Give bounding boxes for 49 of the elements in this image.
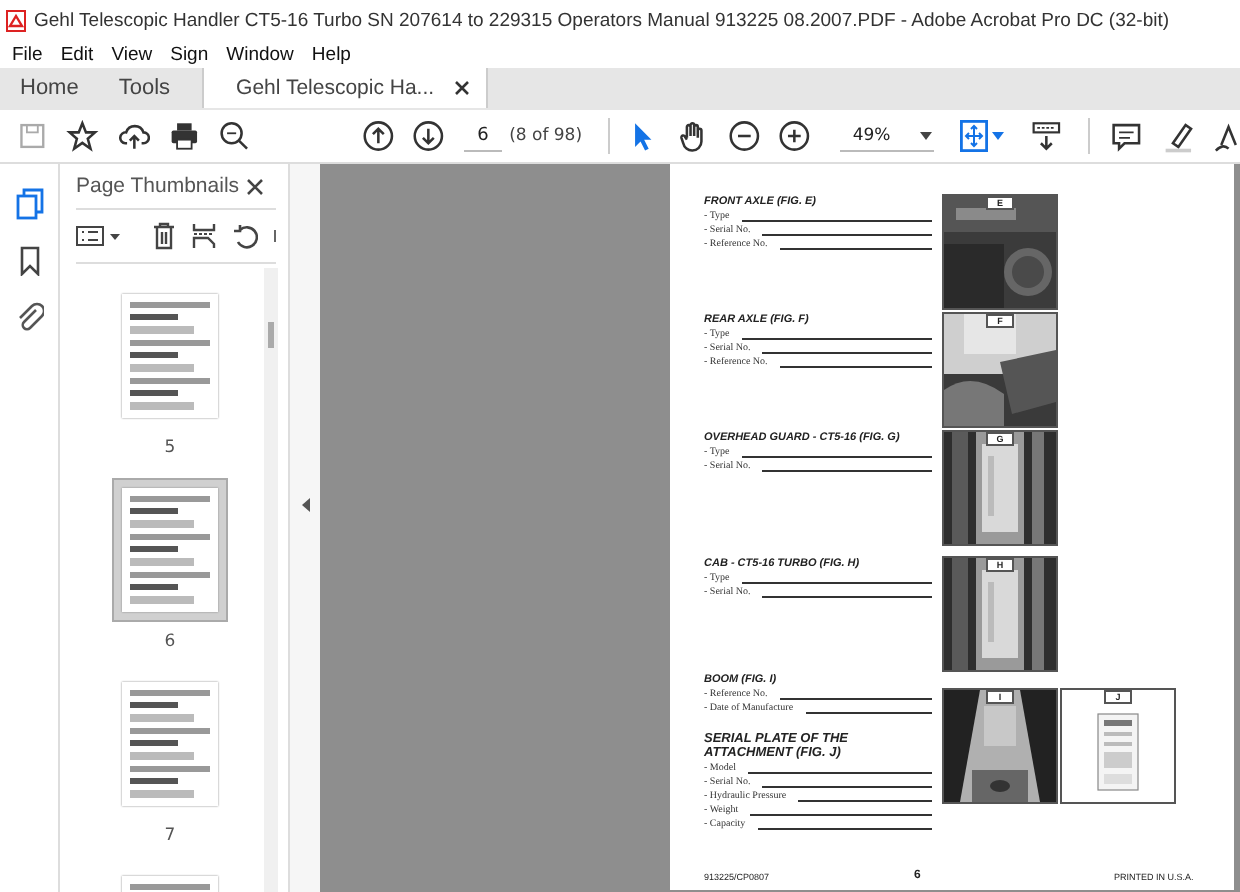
highlighter-icon[interactable] [1161,118,1195,154]
extract-pages-icon[interactable] [192,222,216,250]
options-button[interactable] [76,226,120,246]
zoom-search-icon[interactable] [218,118,252,154]
page-label: 5 [164,438,176,458]
arrow-down-icon[interactable] [412,118,445,154]
star-icon[interactable] [66,118,100,154]
page-number-field[interactable]: 6 [464,121,502,151]
close-icon[interactable] [454,80,471,96]
list-icon [76,226,104,246]
pages-icon[interactable] [15,188,43,220]
menu-item[interactable]: Sign [170,43,209,65]
fill-in-line [805,712,932,714]
print-icon[interactable] [168,118,201,154]
page-count: (8 of 98) [509,126,583,146]
tab[interactable]: Tools [98,68,191,108]
page-arrows-icon [960,120,989,152]
window-title: Gehl Telescopic Handler CT5-16 Turbo SN 207614 to 229315 Operators Manual 913225 08.2007.PDF - Adobe Acrobat Pro DC (32-bit) [34,9,1170,31]
bookmark-icon[interactable] [19,246,39,276]
sign-pen-icon[interactable] [1214,118,1240,154]
fill-in-line [798,800,932,802]
arrow-up-icon[interactable] [361,118,395,154]
scroll-mode-icon[interactable] [1030,118,1064,154]
panel-title: Page Thumbnails [76,174,240,198]
page-thumbnail[interactable] [122,682,218,806]
zoom-in-icon[interactable] [777,118,811,154]
fit-page-button[interactable] [960,120,1005,152]
tab[interactable]: Gehl Telescopic Ha... [202,68,489,108]
page-label: 7 [164,826,176,846]
zoom-dropdown[interactable]: 49% [840,121,935,151]
menu-item[interactable]: View [111,43,153,65]
menu-item[interactable]: Edit [60,43,94,65]
rotate-icon[interactable] [232,223,258,249]
tab[interactable]: Home [0,68,99,108]
collapse-arrow-icon[interactable] [301,497,309,511]
paperclip-icon[interactable] [15,302,43,334]
menu-item[interactable]: Help [311,43,351,65]
page-thumbnail[interactable] [122,294,218,418]
comment-icon[interactable] [1109,118,1142,154]
trash-icon[interactable] [152,222,176,250]
caret-icon [110,233,120,239]
caret-icon [992,132,1005,140]
zoom-out-icon[interactable] [727,118,760,154]
close-icon[interactable] [246,177,264,195]
caret-icon [920,131,933,139]
menu-item[interactable]: Window [226,43,294,65]
app-icon [6,9,26,31]
page-label: 6 [164,632,176,652]
menu-item[interactable]: File [12,43,43,65]
